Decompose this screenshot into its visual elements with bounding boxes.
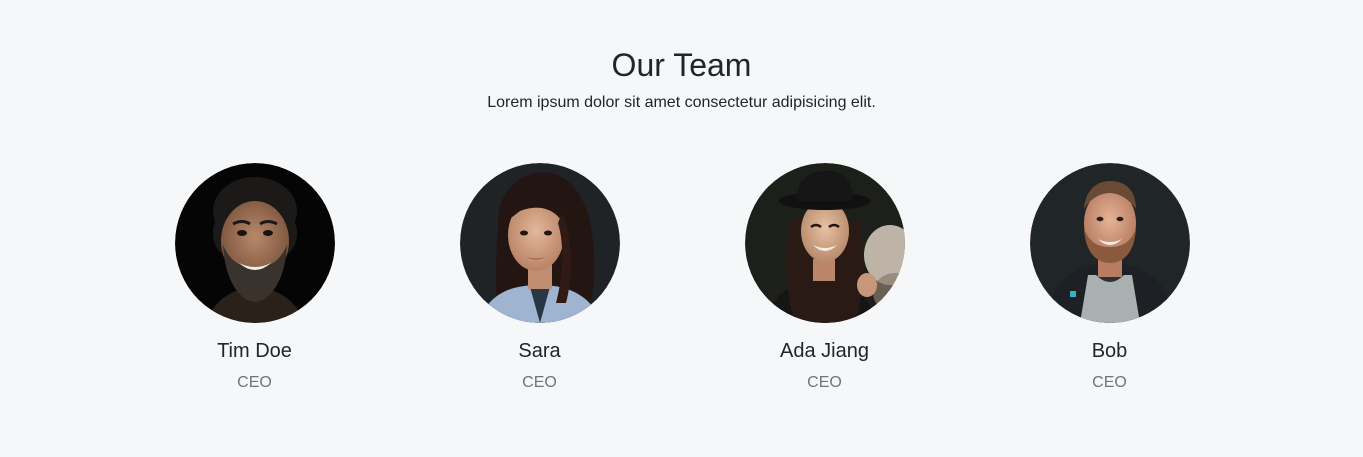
member-role: CEO: [522, 374, 557, 391]
team-member-card: Sara CEO: [397, 163, 682, 395]
member-name: Tim Doe: [217, 340, 292, 362]
team-member-card: Bob CEO: [967, 163, 1252, 395]
team-member-card: Ada Jiang CEO: [682, 163, 967, 395]
section-subtitle: Lorem ipsum dolor sit amet consectetur a…: [487, 94, 876, 111]
member-name: Ada Jiang: [780, 340, 869, 362]
member-name: Bob: [1091, 340, 1128, 362]
member-photo: [1029, 163, 1190, 323]
member-photo: [459, 163, 620, 323]
member-role: CEO: [237, 374, 272, 391]
member-role: CEO: [807, 374, 842, 391]
member-photo: [174, 163, 335, 323]
team-member-card: Tim Doe CEO: [112, 163, 397, 395]
team-section: Our Team Lorem ipsum dolor sit amet cons…: [0, 0, 1363, 457]
member-role: CEO: [1092, 374, 1127, 391]
team-grid: Tim Doe CEO Sara CEO Ada Jiang CEO Bob C…: [112, 163, 1252, 395]
member-photo: [744, 163, 905, 323]
section-title: Our Team: [611, 47, 752, 83]
member-name: Sara: [518, 340, 561, 362]
